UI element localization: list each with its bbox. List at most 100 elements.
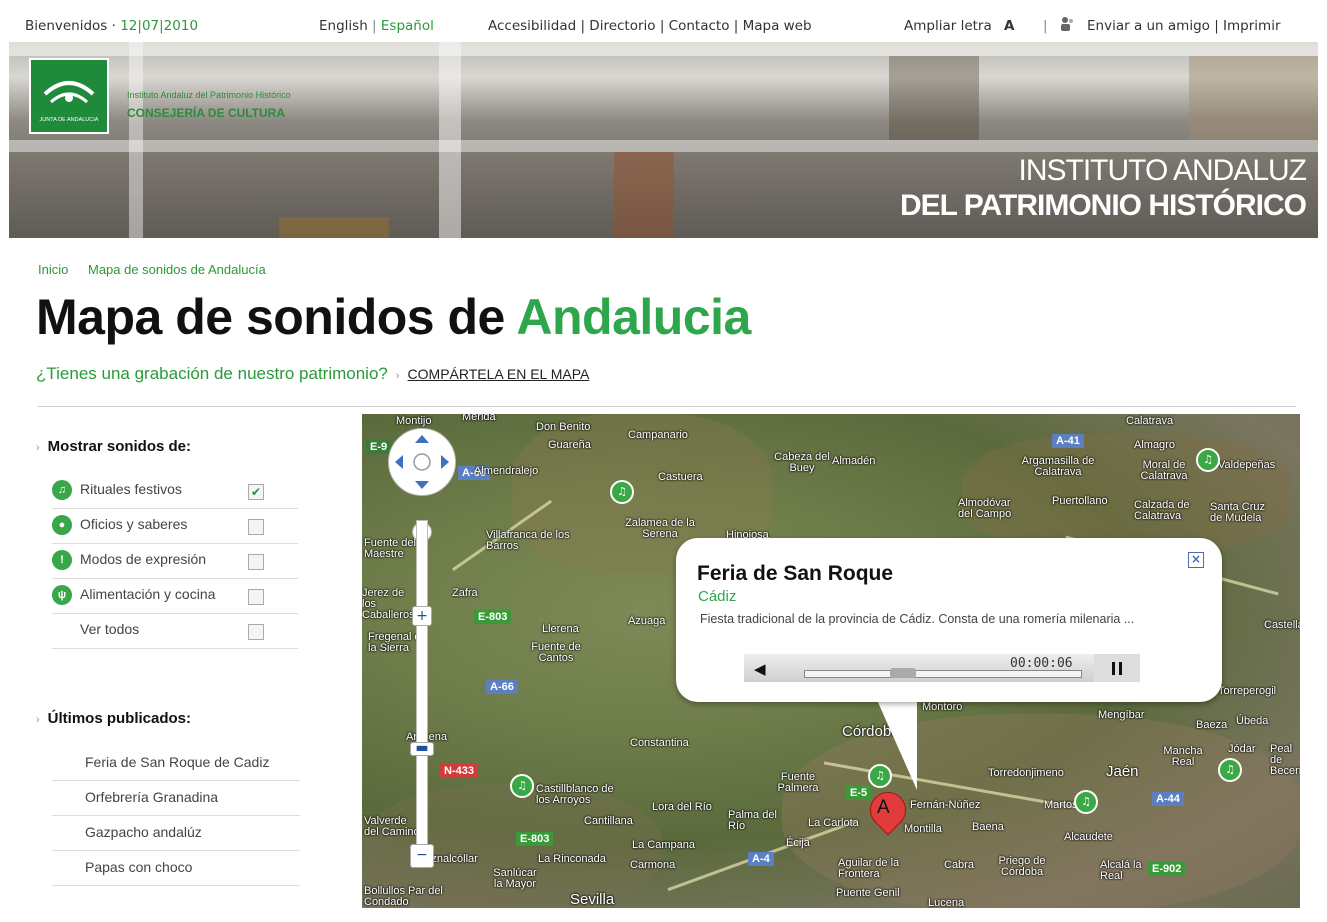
music-note-icon: ♫ bbox=[52, 480, 72, 500]
map-town: Castillblanco de los Arroyos bbox=[536, 783, 614, 806]
map-town: Montoro bbox=[922, 701, 963, 713]
marker-letter: A bbox=[877, 797, 890, 818]
map-town: Fernán-Núñez bbox=[910, 799, 981, 811]
map-town: Alcaudete bbox=[1064, 831, 1113, 843]
svg-text:JUNTA DE ANDALUCIA: JUNTA DE ANDALUCIA bbox=[40, 117, 99, 123]
sound-pin[interactable]: ♫ bbox=[1074, 790, 1098, 814]
send-print-links[interactable]: Enviar a un amigo | Imprimir bbox=[1087, 18, 1281, 34]
map-town: Guareña bbox=[548, 439, 591, 451]
road-label: E-9 bbox=[366, 440, 392, 454]
road-label: A-4 bbox=[748, 852, 774, 866]
info-popup: Feria de San Roque Cádiz Fiesta tradicio… bbox=[676, 538, 1222, 702]
filter-checkbox[interactable] bbox=[248, 589, 264, 605]
volume-icon[interactable]: ◀ bbox=[754, 660, 766, 678]
filter-rituales-festivos[interactable]: ♫ Rituales festivos ✔ bbox=[52, 474, 298, 509]
font-size-icon: A bbox=[1004, 18, 1015, 34]
map-town: Jaén bbox=[1106, 763, 1139, 780]
enlarge-text-link[interactable]: Ampliar letra A bbox=[904, 18, 1015, 34]
sound-pin[interactable]: ♫ bbox=[510, 774, 534, 798]
pan-control[interactable] bbox=[388, 428, 456, 496]
map-town: La Carlota bbox=[808, 817, 859, 829]
page-title: Mapa de sonidos de Andalucia bbox=[36, 289, 751, 345]
map-town: Fuente de Cantos bbox=[531, 641, 581, 664]
map-town: La Campana bbox=[632, 839, 695, 851]
breadcrumb-home-link[interactable]: Inicio bbox=[38, 262, 68, 277]
zoom-slider-handle[interactable]: ▬ bbox=[410, 741, 434, 756]
chevron-right-icon: › bbox=[36, 714, 40, 726]
close-icon[interactable]: × bbox=[1188, 552, 1204, 568]
share-recording-link[interactable]: COMPÁRTELA EN EL MAPA bbox=[408, 366, 590, 382]
sound-pin[interactable]: ♫ bbox=[610, 480, 634, 504]
map-town: Martos bbox=[1044, 799, 1078, 811]
filter-checkbox[interactable] bbox=[248, 519, 264, 535]
send-friend-icon bbox=[1060, 16, 1074, 32]
utility-links[interactable]: Accesibilidad | Directorio | Contacto | … bbox=[488, 18, 812, 34]
audio-progress-track[interactable] bbox=[804, 670, 1082, 678]
popup-title: Feria de San Roque bbox=[697, 562, 894, 585]
map-town: Valdepeñas bbox=[1218, 459, 1276, 471]
audio-progress-handle[interactable] bbox=[890, 668, 916, 678]
map-town: Don Benito bbox=[536, 421, 591, 433]
filter-modos-expresion[interactable]: ! Modos de expresión bbox=[52, 544, 298, 579]
map-town: Torredonjimeno bbox=[988, 767, 1064, 779]
audio-player: ◀ 00:00:06 bbox=[744, 654, 1140, 682]
map-town: La Rinconada bbox=[538, 853, 606, 865]
header-title-line2: DEL PATRIMONIO HISTÓRICO bbox=[899, 189, 1307, 222]
person-icon: ● bbox=[52, 515, 72, 535]
institute-subtitle: Instituto Andaluz del Patrimonio Históri… bbox=[127, 90, 291, 100]
map-town: Sevilla bbox=[570, 891, 615, 908]
map-town: Cabeza del Buey bbox=[774, 451, 830, 474]
map-town: Puente Genil bbox=[836, 887, 900, 899]
site-header: JUNTA DE ANDALUCIA Instituto Andaluz del… bbox=[9, 42, 1318, 238]
show-sounds-heading: › Mostrar sonidos de: bbox=[36, 438, 192, 455]
breadcrumb: Inicio Mapa de sonidos de Andalucía bbox=[38, 262, 282, 277]
popup-pointer bbox=[877, 700, 917, 790]
junta-andalucia-logo[interactable]: JUNTA DE ANDALUCIA bbox=[29, 58, 109, 134]
map-town: Mérida bbox=[462, 414, 496, 423]
map-town: Calatrava bbox=[1126, 415, 1174, 427]
road-label: E-5 bbox=[846, 786, 872, 800]
lang-english-link[interactable]: English bbox=[319, 18, 368, 34]
pause-button[interactable] bbox=[1094, 654, 1140, 682]
breadcrumb-current[interactable]: Mapa de sonidos de Andalucía bbox=[88, 262, 266, 277]
map-town: Zafra bbox=[452, 587, 478, 599]
filter-checkbox[interactable] bbox=[248, 554, 264, 570]
filter-alimentacion-cocina[interactable]: ψ Alimentación y cocina bbox=[52, 579, 298, 614]
latest-published-heading: › Últimos publicados: bbox=[36, 710, 192, 727]
map-town: Valverde del Camino bbox=[364, 815, 420, 838]
published-item[interactable]: Gazpacho andalúz bbox=[52, 816, 300, 851]
map-town: Almagro bbox=[1134, 439, 1175, 451]
road-label: A-44 bbox=[1152, 792, 1184, 806]
map-town: Sanlúcar la Mayor bbox=[493, 867, 537, 890]
map-town: Almodóvar del Campo bbox=[958, 497, 1012, 520]
map-town: Moral de Calatrava bbox=[1140, 459, 1188, 482]
road-label: N-433 bbox=[440, 764, 478, 778]
sound-map[interactable]: E-9 A-66 A-41 E-803 A-66 N-433 E-5 A-44 … bbox=[362, 414, 1300, 908]
filter-oficios-saberes[interactable]: ● Oficios y saberes bbox=[52, 509, 298, 544]
map-town: Cabra bbox=[944, 859, 974, 871]
published-item[interactable]: Orfebrería Granadina bbox=[52, 781, 300, 816]
filter-ver-todos[interactable]: Ver todos bbox=[52, 614, 298, 649]
zoom-out-button[interactable]: − bbox=[410, 844, 434, 868]
language-switch: English | Español bbox=[319, 18, 434, 34]
map-town: Zalamea de la Serena bbox=[625, 517, 695, 540]
map-town: Mancha Real bbox=[1163, 745, 1203, 768]
lang-spanish-link[interactable]: Español bbox=[381, 18, 434, 34]
map-town: Fuente del Maestre bbox=[364, 537, 416, 560]
zoom-in-button[interactable]: + bbox=[412, 606, 432, 626]
filter-checkbox[interactable] bbox=[248, 624, 264, 640]
published-item[interactable]: Feria de San Roque de Cadiz bbox=[52, 746, 300, 781]
sound-pin[interactable]: ♫ bbox=[1218, 758, 1242, 782]
map-town: Fuente Palmera bbox=[777, 771, 819, 794]
popup-province: Cádiz bbox=[698, 588, 737, 605]
published-item[interactable]: Papas con choco bbox=[52, 851, 300, 886]
filter-checkbox[interactable]: ✔ bbox=[248, 484, 264, 500]
welcome-text: Bienvenidos · 12|07|2010 bbox=[25, 18, 199, 34]
zoom-slider-track[interactable] bbox=[416, 520, 428, 862]
sound-pin[interactable]: ♫ bbox=[1196, 448, 1220, 472]
map-town: Jódar bbox=[1228, 743, 1256, 755]
map-town: Puertollano bbox=[1052, 495, 1108, 507]
road-label: E-803 bbox=[516, 832, 554, 846]
audio-time: 00:00:06 bbox=[1010, 656, 1073, 671]
top-bar: Bienvenidos · 12|07|2010 English | Españ… bbox=[25, 16, 1281, 34]
